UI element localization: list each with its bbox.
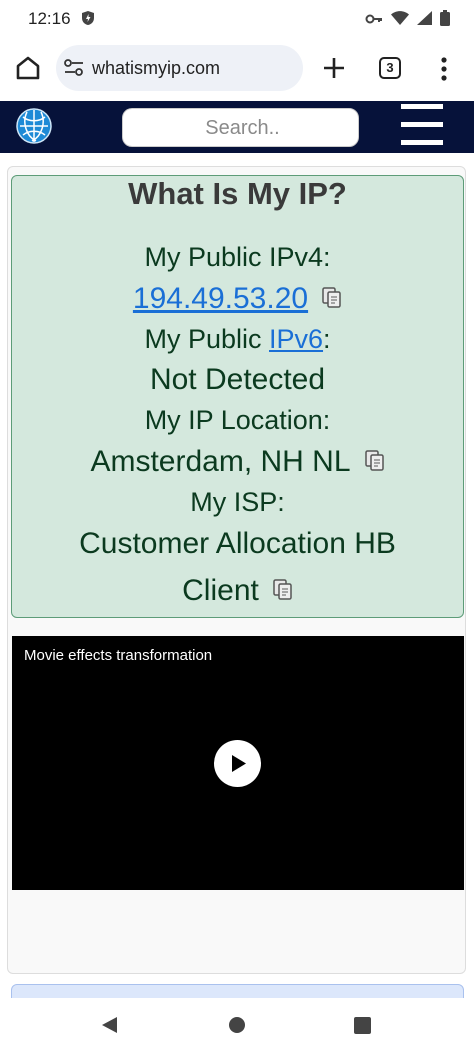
hamburger-menu-icon[interactable] xyxy=(401,104,443,146)
ipv6-value: Not Detected xyxy=(149,363,326,396)
back-icon[interactable] xyxy=(101,1016,119,1039)
page-title: What Is My IP? xyxy=(128,176,347,211)
vpn-key-icon xyxy=(365,12,383,30)
status-icons xyxy=(365,10,450,31)
video-player[interactable]: Movie effects transformation xyxy=(12,636,464,890)
site-search-box[interactable] xyxy=(122,108,362,148)
copy-icon[interactable] xyxy=(273,575,293,609)
location-label: My IP Location: xyxy=(144,405,331,435)
site-search-input[interactable] xyxy=(123,109,362,148)
ipv4-label: My Public IPv4: xyxy=(144,242,331,272)
more-options-icon[interactable] xyxy=(432,54,456,86)
play-icon xyxy=(232,755,246,772)
ipv6-link[interactable]: IPv6 xyxy=(269,324,323,354)
home-nav-icon[interactable] xyxy=(229,1017,245,1033)
battery-icon xyxy=(440,10,450,31)
copy-icon[interactable] xyxy=(364,446,385,480)
isp-value-line1: Customer Allocation HB xyxy=(79,527,396,560)
url-text[interactable]: whatismyip.com xyxy=(92,58,220,79)
ip-info-card: What Is My IP? My Public IPv4: 194.49.53… xyxy=(11,175,464,618)
site-settings-icon[interactable] xyxy=(64,59,84,82)
home-icon[interactable] xyxy=(12,52,44,84)
new-tab-icon[interactable] xyxy=(318,52,350,84)
copy-icon[interactable] xyxy=(322,283,342,317)
status-bar: 12:16 xyxy=(0,0,474,36)
ipv6-label-prefix: My Public xyxy=(144,324,269,354)
signal-icon xyxy=(417,11,432,30)
ipv6-label-suffix: : xyxy=(323,324,331,354)
status-time: 12:16 xyxy=(28,9,71,28)
isp-value-line2: Client xyxy=(182,574,259,607)
address-bar[interactable]: whatismyip.com xyxy=(56,45,303,91)
isp-label: My ISP: xyxy=(190,487,285,517)
isp-row: Client xyxy=(12,574,463,609)
video-title: Movie effects transformation xyxy=(24,647,213,664)
recents-icon[interactable] xyxy=(354,1017,371,1034)
browser-toolbar: whatismyip.com 3 xyxy=(0,40,474,96)
shield-icon xyxy=(80,10,96,31)
ipv6-label: My Public IPv6: xyxy=(12,324,463,355)
ipv4-value-link[interactable]: 194.49.53.20 xyxy=(133,282,308,315)
ipv4-row: 194.49.53.20 xyxy=(12,282,463,317)
tab-switcher-button[interactable]: 3 xyxy=(379,57,401,79)
wifi-icon xyxy=(391,11,409,30)
location-value: Amsterdam, NH NL xyxy=(90,445,351,478)
system-nav-bar xyxy=(0,998,474,1053)
play-button[interactable] xyxy=(214,740,261,787)
site-logo-icon[interactable] xyxy=(16,108,52,144)
location-row: Amsterdam, NH NL xyxy=(12,445,463,480)
site-header xyxy=(0,101,474,153)
